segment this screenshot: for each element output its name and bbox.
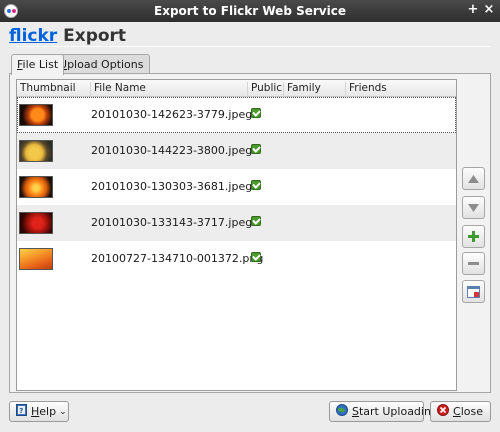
start-uploading-mnemonic: S	[352, 405, 359, 418]
table-row[interactable]: 20101030-130303-3681.jpeg	[17, 169, 456, 205]
thumbnail-image	[19, 104, 53, 126]
help-book-icon: ?	[16, 404, 27, 419]
file-name: 20100727-134710-001372.png	[91, 252, 264, 265]
start-uploading-button[interactable]: Start Uploading	[329, 401, 438, 422]
move-down-button[interactable]	[462, 196, 485, 219]
remove-button[interactable]	[462, 252, 485, 275]
flickr-logo: flickr	[9, 26, 58, 46]
header-divider	[9, 46, 491, 47]
thumbnail-image	[19, 140, 53, 162]
plus-icon	[463, 226, 484, 247]
thumbnail-image	[19, 248, 53, 270]
maximize-icon[interactable]: +	[466, 3, 480, 17]
thumbnail-image	[19, 176, 53, 198]
close-mnemonic: C	[453, 405, 461, 418]
add-button[interactable]	[462, 225, 485, 248]
window-titlebar[interactable]: Export to Flickr Web Service + ×	[0, 0, 500, 22]
help-label: elp	[39, 405, 57, 418]
file-list-table[interactable]: Thumbnail File Name Public Family Friend…	[16, 79, 457, 391]
close-window-icon[interactable]: ×	[482, 3, 496, 17]
column-file-name[interactable]: File Name	[90, 82, 247, 97]
help-button[interactable]: ? Help ⌄	[9, 401, 69, 422]
tab-upload-options[interactable]: Upload Options	[53, 54, 150, 74]
table-row[interactable]: 20101030-133143-3717.jpeg	[17, 205, 456, 241]
tab-upload-options-label: pload Options	[67, 58, 144, 71]
start-uploading-label: tart Uploading	[358, 405, 438, 418]
move-up-button[interactable]	[462, 167, 485, 190]
svg-text:?: ?	[19, 407, 23, 415]
column-public[interactable]: Public	[247, 82, 283, 97]
clear-list-button[interactable]	[462, 280, 485, 303]
window-title: Export to Flickr Web Service	[154, 4, 346, 18]
close-icon	[437, 404, 449, 419]
table-row[interactable]: 20100727-134710-001372.png	[17, 241, 456, 277]
tab-file-list-label: ile List	[22, 58, 59, 71]
table-header: Thumbnail File Name Public Family Friend…	[17, 80, 456, 97]
public-checkbox[interactable]	[251, 180, 261, 190]
file-name: 20101030-144223-3800.jpeg	[91, 144, 253, 157]
public-checkbox[interactable]	[251, 216, 261, 226]
public-checkbox[interactable]	[251, 144, 261, 154]
thumbnail-image	[19, 212, 53, 234]
file-list-panel: Thumbnail File Name Public Family Friend…	[9, 73, 491, 393]
file-name: 20101030-142623-3779.jpeg	[91, 108, 253, 121]
arrow-up-icon	[463, 168, 484, 189]
tab-file-list[interactable]: File List	[11, 54, 65, 75]
arrow-down-icon	[463, 197, 484, 218]
table-row[interactable]: 20101030-142623-3779.jpeg	[17, 97, 456, 133]
close-button[interactable]: Close	[430, 401, 491, 422]
column-family[interactable]: Family	[283, 82, 345, 97]
dialog-header: flickr Export	[9, 26, 126, 46]
close-label: lose	[460, 405, 483, 418]
help-mnemonic: H	[31, 405, 40, 418]
minus-icon	[463, 253, 484, 274]
column-friends[interactable]: Friends	[345, 82, 456, 97]
public-checkbox[interactable]	[251, 108, 261, 118]
file-name: 20101030-130303-3681.jpeg	[91, 180, 253, 193]
header-title: Export	[63, 26, 127, 46]
chevron-down-icon: ⌄	[59, 406, 67, 417]
public-checkbox[interactable]	[251, 252, 261, 262]
table-row[interactable]: 20101030-144223-3800.jpeg	[17, 133, 456, 169]
file-name: 20101030-133143-3717.jpeg	[91, 216, 253, 229]
globe-icon	[336, 404, 348, 419]
clear-list-icon	[463, 281, 484, 302]
column-thumbnail[interactable]: Thumbnail	[17, 82, 90, 97]
